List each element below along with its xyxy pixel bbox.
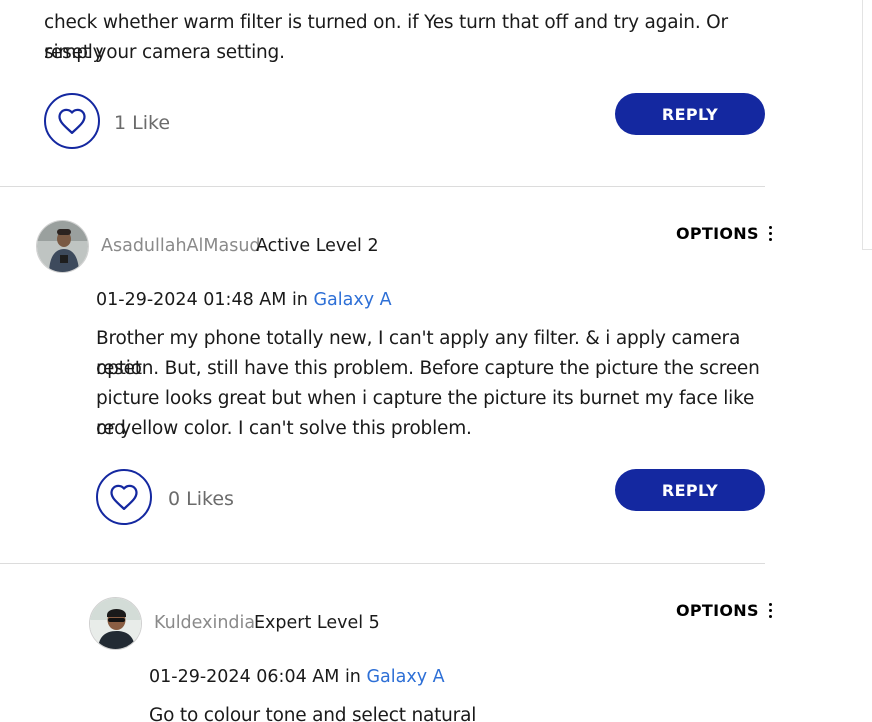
kebab-vertical-icon	[768, 226, 772, 241]
heart-outline-icon	[110, 484, 138, 510]
post-divider	[0, 186, 765, 187]
post2-body-line2: option. But, still have this problem. Be…	[96, 358, 760, 379]
post1-reply-button[interactable]: REPLY	[615, 93, 765, 135]
kebab-vertical-icon	[768, 603, 772, 618]
post2-rank-badge: Active Level 2	[256, 236, 379, 256]
avatar[interactable]	[36, 220, 89, 273]
avatar-photo-kuldexindia	[90, 598, 141, 649]
post1-like-count: 1 Like	[114, 112, 171, 134]
options-label: OPTIONS	[676, 224, 759, 243]
post2-options-menu[interactable]: OPTIONS	[676, 224, 772, 243]
post2-like-count: 0 Likes	[168, 488, 234, 510]
post3-time: 06:04 AM	[256, 667, 340, 687]
post2-in: in	[291, 290, 308, 310]
post3-in: in	[344, 667, 361, 687]
post1-body-line2: reset your camera setting.	[44, 42, 285, 63]
options-label: OPTIONS	[676, 601, 759, 620]
post2-body-line4: or yellow color. I can't solve this prob…	[96, 418, 472, 439]
post2-date: 01-29-2024	[96, 290, 198, 310]
post2-reply-button[interactable]: REPLY	[615, 469, 765, 511]
post2-meta: 01-29-2024 01:48 AM in Galaxy A	[96, 289, 392, 311]
post3-username[interactable]: Kuldexindia	[154, 612, 255, 634]
sidebar-border	[862, 0, 863, 250]
post3-body-line1: Go to colour tone and select natural	[149, 705, 477, 722]
sidebar-border-corner	[862, 249, 872, 250]
heart-outline-icon	[58, 108, 86, 134]
post2-username[interactable]: AsadullahAlMasud	[101, 235, 261, 257]
post2-time: 01:48 AM	[203, 290, 287, 310]
post1-like-button[interactable]	[44, 93, 100, 149]
post3-board-link[interactable]: Galaxy A	[366, 667, 444, 687]
post-divider	[0, 563, 765, 564]
post2-like-button[interactable]	[96, 469, 152, 525]
avatar-photo-asadullah	[37, 221, 88, 272]
post3-options-menu[interactable]: OPTIONS	[676, 601, 772, 620]
post3-meta: 01-29-2024 06:04 AM in Galaxy A	[149, 666, 445, 688]
post3-date: 01-29-2024	[149, 667, 251, 687]
avatar[interactable]	[89, 597, 142, 650]
post2-board-link[interactable]: Galaxy A	[313, 290, 391, 310]
post3-rank-badge: Expert Level 5	[254, 613, 380, 633]
